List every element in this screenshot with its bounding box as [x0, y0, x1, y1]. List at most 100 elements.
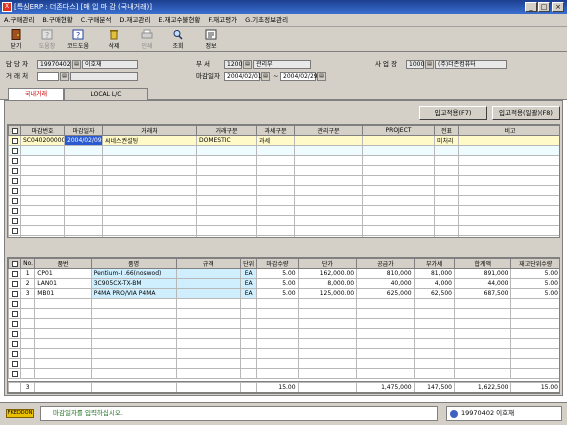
date-from-field[interactable]: 2004/02/01	[224, 72, 262, 81]
row-checkbox[interactable]	[8, 358, 22, 369]
date-to-calendar-icon[interactable]: ▤	[317, 72, 326, 81]
row-checkbox[interactable]	[8, 175, 21, 186]
cell-item-name[interactable]: P4MA PRO/VIA P4MA	[90, 288, 177, 299]
row-checkbox[interactable]	[8, 308, 22, 319]
row-checkbox[interactable]	[8, 278, 22, 289]
cell-no[interactable]: 2	[20, 278, 36, 289]
cell-qty[interactable]: 5.00	[256, 278, 299, 289]
row-checkbox[interactable]	[8, 215, 21, 226]
apply-receipt-batch-button[interactable]: 입고적용(일괄)(F8)	[492, 106, 560, 120]
cell-vat[interactable]: 81,000	[413, 268, 455, 279]
cell-total[interactable]: 44,000	[453, 278, 512, 289]
row-checkbox[interactable]	[8, 368, 22, 379]
info-button[interactable]: 정보	[198, 28, 224, 51]
cell-qty[interactable]: 5.00	[256, 288, 299, 299]
cell-vat[interactable]: 4,000	[413, 278, 455, 289]
table-row[interactable]	[8, 155, 559, 166]
col-unit[interactable]: 단위	[240, 258, 258, 269]
cell-slip[interactable]: 미처리	[434, 135, 459, 146]
help-window-button[interactable]: ? 도움창	[34, 28, 60, 51]
row-checkbox[interactable]	[8, 225, 21, 236]
cell-memo[interactable]	[458, 135, 559, 146]
row-checkbox[interactable]	[8, 205, 21, 216]
app-icon[interactable]: X	[2, 2, 12, 12]
table-row[interactable]	[8, 298, 559, 309]
menu-inventory-valuation[interactable]: F.재고평가	[204, 14, 241, 27]
cell-unit[interactable]: EA	[240, 268, 258, 279]
vendor-search-icon[interactable]: ▤	[60, 72, 69, 81]
col-stock-qty[interactable]: 재고단위수량	[510, 258, 559, 269]
table-row[interactable]	[8, 308, 559, 319]
col-price[interactable]: 단가	[297, 258, 358, 269]
cell-spec[interactable]	[175, 268, 242, 279]
row-checkbox[interactable]	[8, 155, 21, 166]
table-row[interactable]	[8, 318, 559, 329]
apply-receipt-button[interactable]: 입고적용(F7)	[419, 106, 487, 120]
cell-project[interactable]	[362, 135, 435, 146]
col-supply[interactable]: 공급가	[356, 258, 415, 269]
menu-purchase-analysis[interactable]: C.구매분석	[77, 14, 116, 27]
col-trade-type[interactable]: 거래구분	[196, 125, 257, 136]
row-checkbox[interactable]	[8, 165, 21, 176]
cell-close-no[interactable]: SC0402000001	[20, 135, 65, 146]
menu-base-info[interactable]: G.기초정보관리	[241, 14, 292, 27]
cell-vat[interactable]: 62,500	[413, 288, 455, 299]
col-tax-type[interactable]: 과세구분	[256, 125, 295, 136]
row-checkbox[interactable]	[8, 318, 22, 329]
menu-purchase-status[interactable]: B.구매현황	[38, 14, 76, 27]
table-row[interactable]	[8, 165, 559, 176]
manager-code-field[interactable]: 19970402	[37, 60, 71, 69]
col-total[interactable]: 합계액	[453, 258, 512, 269]
table-row[interactable]	[8, 225, 559, 236]
cell-supply[interactable]: 810,000	[356, 268, 415, 279]
col-no[interactable]: No.	[20, 258, 36, 269]
table-row[interactable]	[8, 328, 559, 339]
row-checkbox[interactable]	[8, 185, 21, 196]
site-search-icon[interactable]: ▤	[425, 60, 434, 69]
search-button[interactable]: 조회	[165, 28, 191, 51]
delete-button[interactable]: 삭제	[101, 28, 127, 51]
table-row[interactable]: 1 CP01 Pentium-I .66(noswod) EA 5.00 162,000.…	[8, 268, 559, 279]
maximize-button[interactable]: □	[538, 2, 550, 12]
table-row[interactable]	[8, 338, 559, 349]
cell-unit[interactable]: EA	[240, 288, 258, 299]
row-checkbox[interactable]	[8, 268, 22, 279]
col-qty[interactable]: 마감수량	[256, 258, 299, 269]
cell-unit[interactable]: EA	[240, 278, 258, 289]
table-row[interactable]	[8, 195, 559, 206]
row-checkbox[interactable]	[8, 235, 21, 237]
cell-close-date[interactable]: 2004/02/09	[64, 135, 103, 146]
cell-price[interactable]: 8,000.00	[297, 278, 358, 289]
row-checkbox[interactable]	[8, 338, 22, 349]
cell-supply[interactable]: 40,000	[356, 278, 415, 289]
col-spec[interactable]: 규격	[175, 258, 242, 269]
table-row[interactable]	[8, 235, 559, 237]
row-checkbox[interactable]	[8, 348, 22, 359]
minimize-button[interactable]: _	[525, 2, 537, 12]
manager-search-icon[interactable]: ▤	[72, 60, 81, 69]
close-window-button[interactable]: ×	[552, 2, 564, 12]
row-checkbox[interactable]	[8, 288, 22, 299]
table-row[interactable]	[8, 145, 559, 156]
cell-qty[interactable]: 5.00	[256, 268, 299, 279]
print-button[interactable]: 인쇄	[134, 28, 160, 51]
table-row[interactable]: SC0402000001 2004/02/09 씨네스권설팅 DOMESTIC …	[8, 135, 559, 146]
cell-spec[interactable]	[175, 288, 242, 299]
close-button[interactable]: 닫기	[3, 28, 29, 51]
cell-price[interactable]: 162,000.00	[297, 268, 358, 279]
table-row[interactable]: 3 MB01 P4MA PRO/VIA P4MA EA 5.00 125,000.00 62…	[8, 288, 559, 299]
vendor-code-field[interactable]	[37, 72, 59, 81]
col-item-name[interactable]: 품명	[90, 258, 177, 269]
col-project[interactable]: PROJECT	[362, 125, 435, 136]
cell-item-code[interactable]: MB01	[34, 288, 92, 299]
table-row[interactable]	[8, 358, 559, 369]
table-row[interactable]	[8, 205, 559, 216]
cell-stock-qty[interactable]: 5.00	[510, 278, 559, 289]
cell-item-name[interactable]: Pentium-I .66(noswod)	[90, 268, 177, 279]
cell-supply[interactable]: 625,000	[356, 288, 415, 299]
table-row[interactable]	[8, 215, 559, 226]
dept-code-field[interactable]: 1200	[224, 60, 242, 69]
table-row[interactable]	[8, 175, 559, 186]
table-row[interactable]	[8, 348, 559, 359]
cell-stock-qty[interactable]: 5.00	[510, 268, 559, 279]
